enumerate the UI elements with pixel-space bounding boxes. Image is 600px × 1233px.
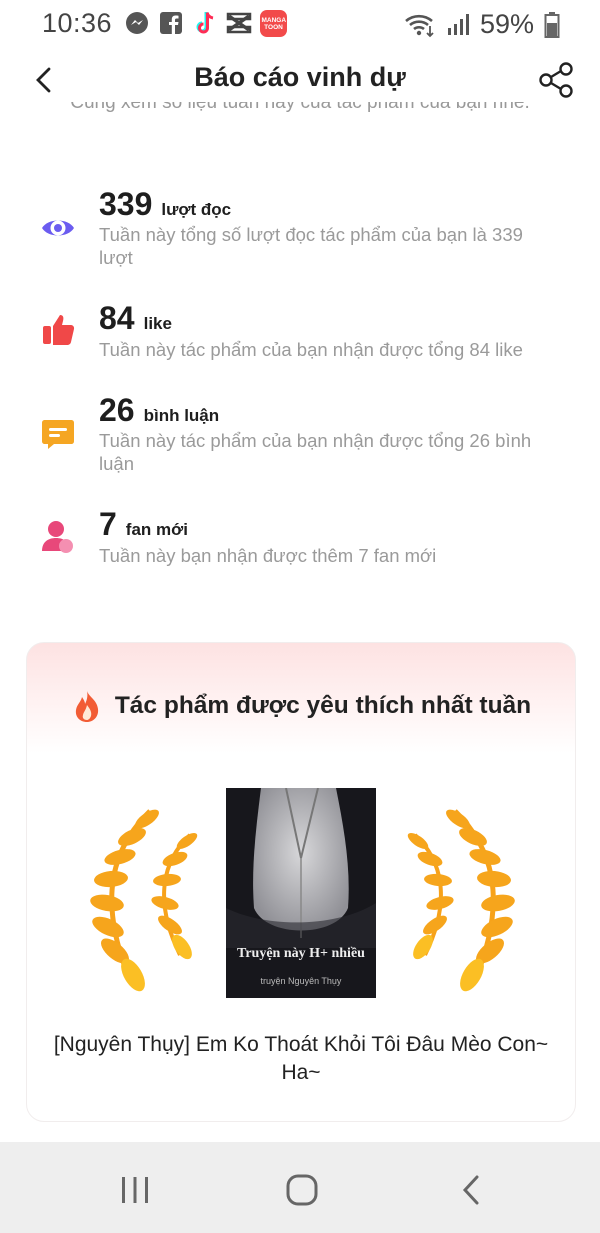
share-button[interactable]: [536, 60, 576, 100]
stat-number: 84: [99, 300, 135, 336]
stat-number: 339: [99, 186, 153, 222]
stat-description: Tuần này tổng số lượt đọc tác phẩm của b…: [99, 224, 523, 268]
status-time: 10:36: [42, 8, 113, 38]
flame-icon: [75, 691, 98, 722]
stat-number: 7: [99, 506, 117, 542]
stat-unit: fan mới: [125, 520, 188, 539]
home-button[interactable]: [277, 1170, 327, 1210]
laurel-right-icon: [407, 809, 515, 992]
wifi-icon: [405, 14, 434, 37]
facebook-icon: [158, 10, 184, 36]
card-header: Tác phẩm được yêu thích nhất tuần: [27, 689, 575, 723]
stat-unit: lượt đọc: [161, 200, 232, 219]
stat-number: 26: [99, 392, 135, 428]
capcut-icon: [226, 10, 252, 36]
back-icon: [462, 1175, 479, 1205]
mangatoon-icon: MANGA TOON: [260, 10, 287, 37]
stat-unit: like: [143, 314, 172, 333]
work-cover[interactable]: Truyện này H+ nhiều truyện Nguyên Thụy: [226, 788, 376, 998]
battery-percent: 59%: [479, 9, 534, 39]
card-title: Tác phẩm được yêu thích nhất tuần: [114, 692, 532, 719]
notification-icons: MANGA TOON: [124, 10, 287, 37]
status-right: 59%: [404, 9, 560, 40]
share-icon: [539, 62, 573, 98]
person-icon: [40, 518, 76, 554]
eye-icon: [40, 210, 76, 246]
comment-icon: [40, 416, 76, 452]
battery-icon: [544, 11, 560, 38]
laurel-left-icon: [90, 809, 198, 992]
cover-text: Truyện này H+ nhiều: [237, 946, 365, 961]
recent-apps-button[interactable]: [110, 1170, 160, 1210]
stat-unit: bình luận: [143, 406, 220, 425]
favorite-work-card[interactable]: Tác phẩm được yêu thích nhất tuần Truyện…: [26, 642, 576, 1122]
stat-description: Tuần này tác phẩm của bạn nhận được tổng…: [99, 430, 532, 474]
cover-illustration: [226, 788, 376, 998]
work-title[interactable]: [Nguyên Thụy] Em Ko Thoát Khỏi Tôi Đâu M…: [37, 1031, 565, 1087]
page-subtitle: Cùng xem số liệu tuần này của tác phẩm c…: [70, 102, 530, 113]
stat-description: Tuần này bạn nhận được thêm 7 fan mới: [99, 545, 437, 566]
messenger-icon: [124, 10, 150, 36]
system-nav-bar: [0, 1148, 600, 1233]
page-title: Báo cáo vinh dự: [194, 62, 406, 92]
nav-back-button[interactable]: [446, 1170, 496, 1210]
signal-icon: [447, 13, 469, 35]
recent-apps-icon: [122, 1177, 148, 1203]
tiktok-icon: [192, 10, 218, 36]
stat-description: Tuần này tác phẩm của bạn nhận được tổng…: [99, 339, 523, 360]
home-icon: [286, 1174, 318, 1206]
thumbs-up-icon: [40, 312, 76, 348]
status-bar: 10:36 MANGA TOON 59%: [0, 0, 600, 48]
cover-author: truyện Nguyên Thụy: [260, 976, 342, 986]
